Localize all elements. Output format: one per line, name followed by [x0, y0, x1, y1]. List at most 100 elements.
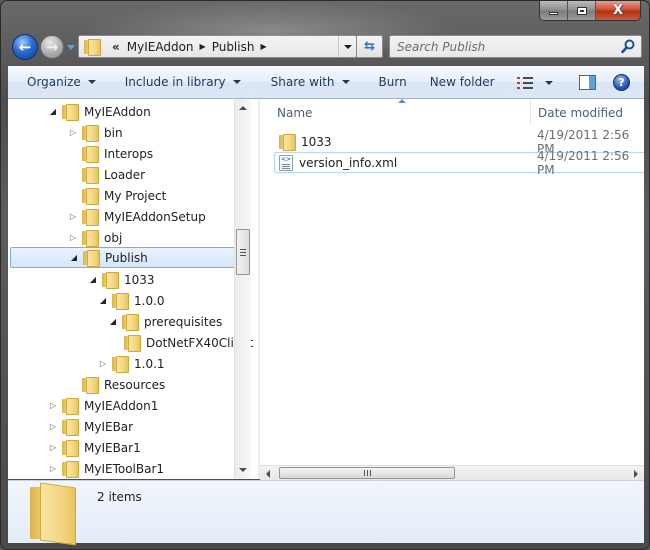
burn-button[interactable]: Burn — [369, 70, 417, 95]
column-divider[interactable] — [530, 99, 531, 125]
include-in-library-button[interactable]: Include in library — [115, 70, 251, 95]
scroll-left-arrow-icon[interactable] — [266, 470, 270, 478]
search-box[interactable] — [389, 35, 642, 58]
expand-arrow-icon[interactable]: ▷ — [48, 401, 58, 411]
tree-item-loader[interactable]: Loader — [8, 164, 240, 185]
close-icon: X — [612, 3, 624, 18]
scrollbar-thumb[interactable] — [279, 467, 455, 479]
address-history-dropdown[interactable] — [338, 36, 356, 57]
tree-item-dotnetfx40client[interactable]: DotNetFX40Client — [8, 332, 253, 353]
column-header-name[interactable]: Name — [277, 106, 312, 120]
column-header-date-modified[interactable]: Date modified — [538, 106, 623, 120]
search-input[interactable] — [390, 39, 610, 54]
tree-item-1-0-0[interactable]: ◢ 1.0.0 — [8, 290, 240, 311]
chevron-down-icon — [343, 44, 352, 49]
tree-item-myiebar[interactable]: ▷ MyIEBar — [8, 416, 240, 437]
tree-item-1-0-1[interactable]: ▷ 1.0.1 — [8, 353, 240, 374]
folder-icon — [82, 125, 99, 142]
tree-item-interops[interactable]: Interops — [8, 143, 240, 164]
tree-item-myieaddon[interactable]: ◢ MyIEAddon — [8, 101, 240, 122]
folder-icon — [62, 419, 79, 436]
maximize-icon — [576, 6, 587, 15]
chevron-down-icon — [87, 80, 96, 84]
nav-pane-vertical-scrollbar[interactable] — [234, 99, 251, 479]
expand-arrow-icon[interactable]: ▷ — [48, 443, 58, 453]
scroll-right-arrow-icon[interactable] — [634, 470, 638, 478]
collapse-arrow-icon[interactable]: ◢ — [88, 275, 98, 285]
folder-icon — [83, 250, 100, 267]
folder-icon — [62, 398, 79, 415]
scroll-down-arrow-icon[interactable] — [239, 468, 247, 472]
scroll-up-arrow-icon[interactable] — [239, 106, 247, 110]
tree-item-myieaddon1[interactable]: ▷ MyIEAddon1 — [8, 395, 240, 416]
tree-item-label: Resources — [104, 377, 166, 392]
tree-item-bin[interactable]: ▷ bin — [8, 122, 240, 143]
expand-arrow-icon[interactable]: ▷ — [98, 359, 108, 369]
close-button[interactable]: X — [596, 1, 640, 20]
tree-item-prerequisites[interactable]: ◢ prerequisites — [8, 311, 240, 332]
organize-button[interactable]: Organize — [17, 70, 106, 95]
file-row-version-info-xml[interactable]: version_info.xml 4/19/2011 2:56 PM — [274, 149, 644, 177]
explorer-window: X ← → « MyIEAddon ▶ Publish ▶ ⇆ Organize — [0, 0, 650, 550]
tree-item-resources[interactable]: Resources — [8, 374, 240, 395]
sort-ascending-icon — [398, 99, 406, 103]
large-folder-icon — [30, 485, 78, 541]
tree-item-label: prerequisites — [144, 314, 223, 329]
back-button[interactable]: ← — [12, 34, 38, 60]
tree-item-label: MyIEAddonSetup — [104, 209, 206, 224]
breadcrumb-publish[interactable]: Publish — [208, 36, 259, 57]
file-list[interactable]: Name Date modified 1033 4/19/2011 2:56 P… — [260, 99, 644, 465]
expand-arrow-icon[interactable]: ▷ — [48, 422, 58, 432]
folder-icon — [112, 356, 129, 373]
new-folder-button[interactable]: New folder — [420, 70, 505, 95]
folder-icon — [112, 293, 129, 310]
tree-item-label: MyIEAddon — [84, 104, 151, 119]
navigation-pane[interactable]: ◢ MyIEAddon ▷ bin Interops Loader My Project ▷ M… — [8, 99, 258, 479]
tree-item-label: MyIEBar — [84, 419, 134, 434]
collapse-arrow-icon[interactable]: ◢ — [98, 296, 108, 306]
preview-pane-toggle[interactable] — [579, 75, 596, 90]
expand-arrow-icon[interactable]: ▷ — [68, 212, 78, 222]
tree-item-label: MyIEToolBar1 — [84, 461, 165, 476]
address-bar[interactable]: « MyIEAddon ▶ Publish ▶ — [78, 35, 357, 58]
maximize-button[interactable] — [568, 1, 596, 20]
refresh-button[interactable]: ⇆ — [357, 35, 383, 58]
folder-icon — [82, 167, 99, 184]
collapse-arrow-icon[interactable]: ◢ — [69, 253, 79, 263]
help-button[interactable]: ? — [613, 74, 630, 91]
file-date-modified: 4/19/2011 2:56 PM — [537, 148, 630, 177]
column-headers: Name Date modified — [260, 99, 644, 125]
collapse-arrow-icon[interactable]: ◢ — [48, 107, 58, 117]
breadcrumb-overflow-button[interactable]: « — [106, 40, 123, 54]
command-bar: Organize Include in library Share with B… — [8, 66, 644, 99]
grip-icon — [240, 248, 246, 256]
file-list-horizontal-scrollbar[interactable] — [260, 465, 644, 480]
forward-button[interactable]: → — [40, 35, 64, 59]
tree-item-label: MyIEAddon1 — [84, 398, 159, 413]
folder-icon — [102, 272, 119, 289]
tree-item-1033[interactable]: ◢ 1033 — [8, 269, 240, 290]
change-view-button[interactable] — [503, 70, 557, 95]
expand-arrow-icon[interactable]: ▷ — [68, 128, 78, 138]
minimize-button[interactable] — [540, 1, 568, 20]
tree-item-obj[interactable]: ▷ obj — [8, 227, 240, 248]
collapse-arrow-icon[interactable]: ◢ — [108, 317, 118, 327]
breadcrumb-separator-icon[interactable]: ▶ — [198, 42, 208, 51]
folder-icon — [82, 230, 99, 247]
scrollbar-thumb[interactable] — [236, 229, 250, 275]
tree-item-myieaddonsetup[interactable]: ▷ MyIEAddonSetup — [8, 206, 240, 227]
share-with-button[interactable]: Share with — [261, 70, 360, 95]
tree-item-label: bin — [104, 125, 123, 140]
breadcrumb-separator-icon[interactable]: ▶ — [258, 42, 268, 51]
caption-buttons: X — [539, 1, 641, 21]
tree-item-publish[interactable]: ◢ Publish — [10, 247, 241, 268]
expand-arrow-icon[interactable]: ▷ — [48, 464, 58, 474]
recent-pages-dropdown[interactable] — [67, 45, 75, 50]
tree-item-my-project[interactable]: My Project — [8, 185, 240, 206]
tree-item-myietoolbar1[interactable]: ▷ MyIEToolBar1 — [8, 458, 240, 479]
folder-icon — [84, 39, 101, 56]
breadcrumb-myieaddon[interactable]: MyIEAddon — [123, 36, 198, 57]
tree-item-myiebar1[interactable]: ▷ MyIEBar1 — [8, 437, 240, 458]
folder-icon — [124, 335, 141, 352]
expand-arrow-icon[interactable]: ▷ — [68, 233, 78, 243]
